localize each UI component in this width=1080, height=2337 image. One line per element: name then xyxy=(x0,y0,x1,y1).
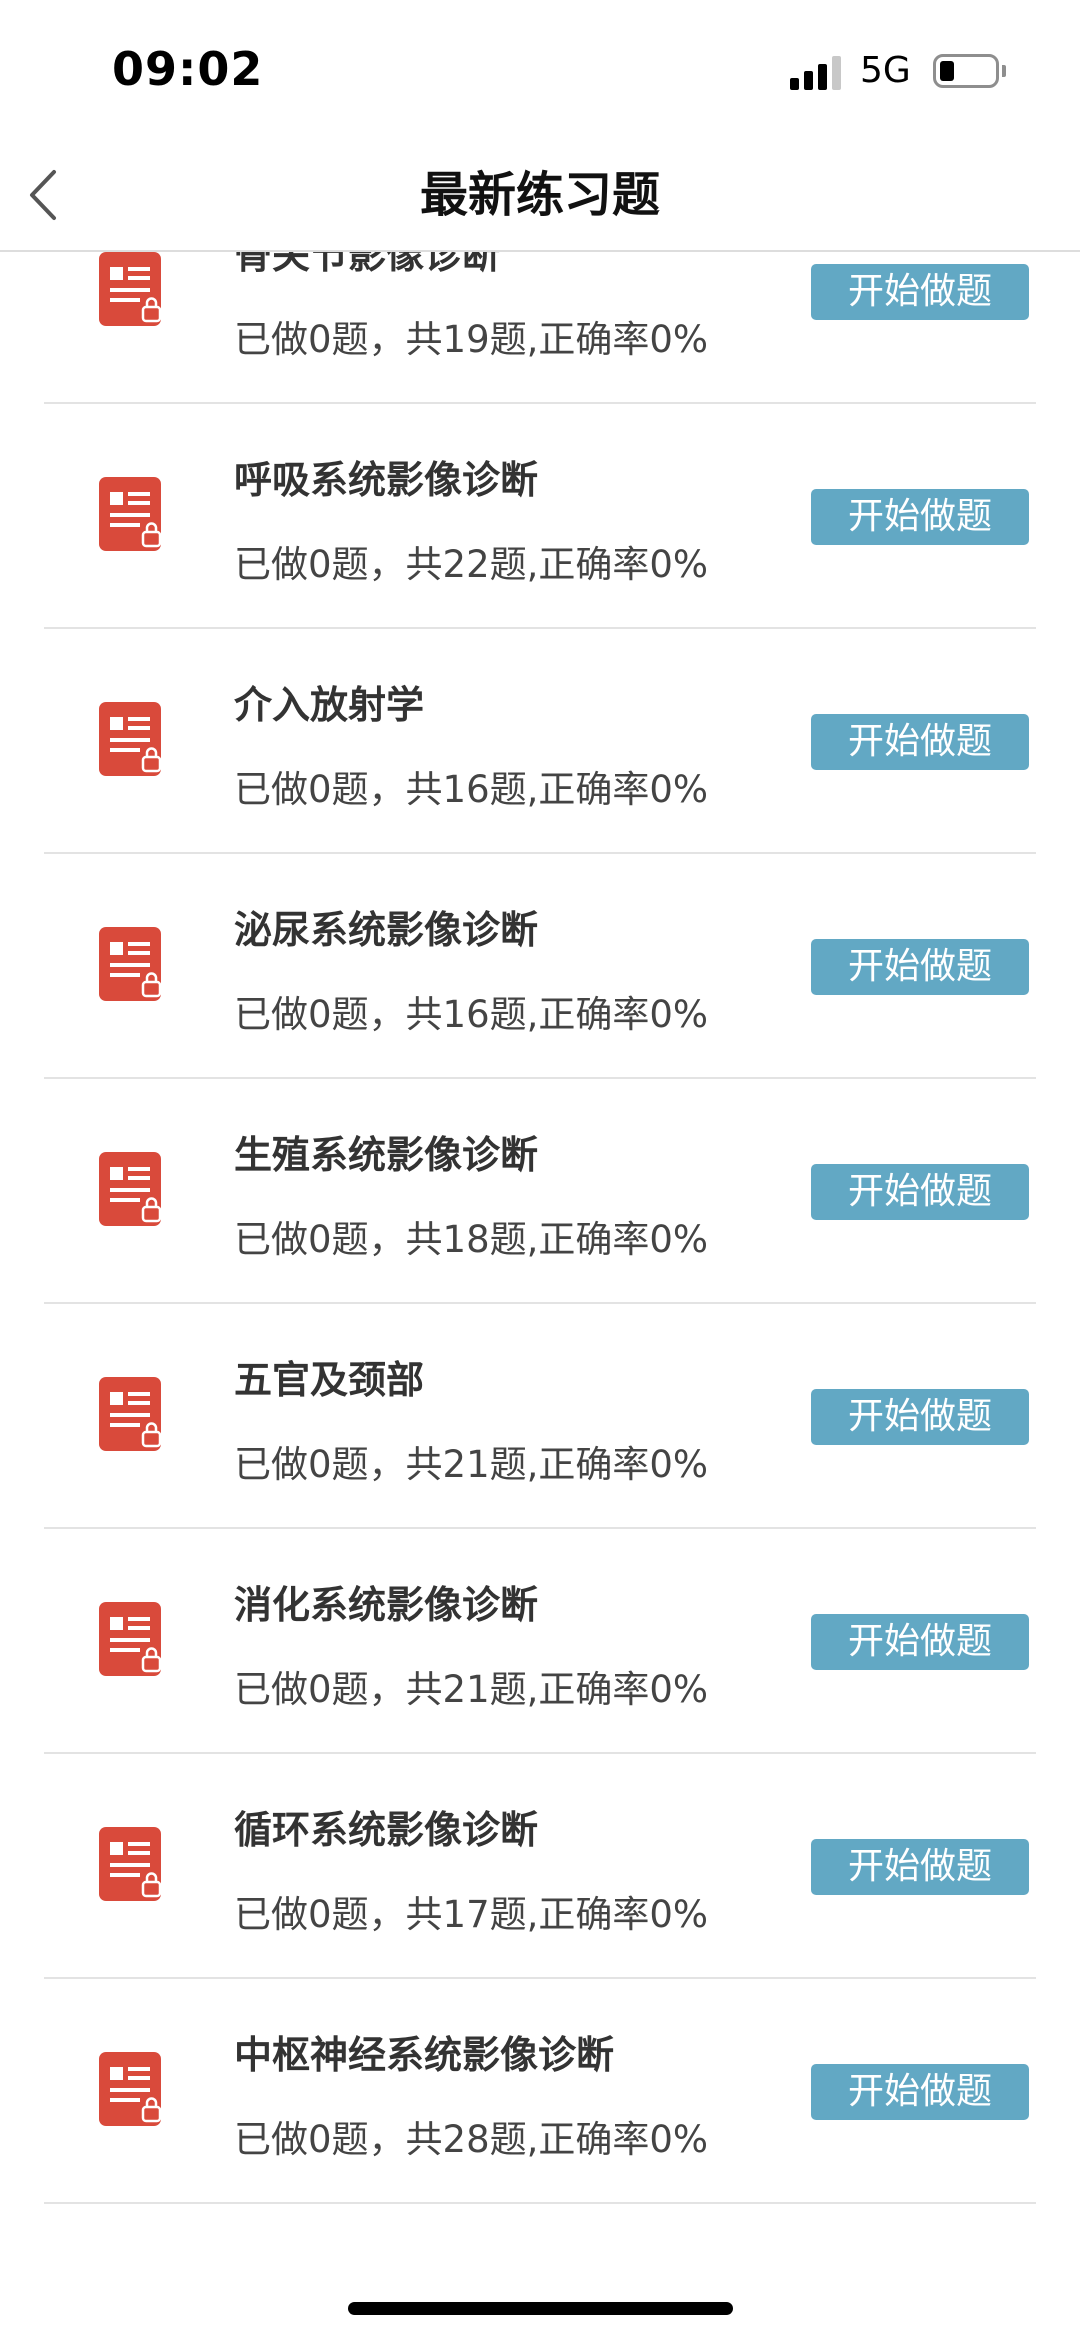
exercise-stats: 已做0题，共21题,正确率0% xyxy=(234,1443,709,1486)
document-lock-icon xyxy=(99,477,163,553)
screen: 09:02 5G 最新练习题 已做0题，共15题,正确率0%开始做题 xyxy=(0,0,1080,2337)
exercise-title: 介入放射学 xyxy=(234,683,425,727)
exercise-row[interactable]: 骨关节影像诊断已做0题，共19题,正确率0% 开始做题 xyxy=(44,252,1036,404)
document-lock-icon xyxy=(99,927,163,1003)
start-exercise-button[interactable]: 开始做题 xyxy=(811,489,1029,545)
exercise-title: 骨关节影像诊断 xyxy=(234,252,501,277)
nav-bar: 最新练习题 xyxy=(0,140,1080,252)
page-title: 最新练习题 xyxy=(419,167,660,223)
document-lock-icon xyxy=(99,1152,163,1228)
exercise-row[interactable]: 消化系统影像诊断已做0题，共21题,正确率0% 开始做题 xyxy=(44,1529,1036,1754)
exercise-row[interactable]: 中枢神经系统影像诊断已做0题，共28题,正确率0% 开始做题 xyxy=(44,1979,1036,2204)
exercise-stats: 已做0题，共18题,正确率0% xyxy=(234,1218,709,1261)
battery-tip xyxy=(1002,65,1006,77)
document-lock-icon xyxy=(99,252,163,328)
exercise-title: 循环系统影像诊断 xyxy=(234,1808,539,1852)
exercise-stats: 已做0题，共22题,正确率0% xyxy=(234,543,709,586)
start-exercise-button[interactable]: 开始做题 xyxy=(811,1389,1029,1445)
exercise-stats: 已做0题，共17题,正确率0% xyxy=(234,1893,709,1936)
exercise-list-viewport[interactable]: 已做0题，共15题,正确率0%开始做题 骨关节影像诊断已做0题，共19题,正确率… xyxy=(0,252,1080,2337)
exercise-title: 生殖系统影像诊断 xyxy=(234,1133,539,1177)
document-lock-icon xyxy=(99,1827,163,1903)
home-indicator[interactable] xyxy=(348,2302,733,2315)
chevron-left-icon xyxy=(30,170,56,220)
document-lock-icon xyxy=(99,2052,163,2128)
exercise-stats: 已做0题，共16题,正确率0% xyxy=(234,993,709,1036)
exercise-stats: 已做0题，共16题,正确率0% xyxy=(234,768,709,811)
document-lock-icon xyxy=(99,702,163,778)
start-exercise-button[interactable]: 开始做题 xyxy=(811,1614,1029,1670)
document-lock-icon xyxy=(99,1377,163,1453)
exercise-stats: 已做0题，共21题,正确率0% xyxy=(234,1668,709,1711)
start-exercise-button[interactable]: 开始做题 xyxy=(811,264,1029,320)
exercise-stats: 已做0题，共19题,正确率0% xyxy=(234,318,709,361)
status-time: 09:02 xyxy=(112,42,264,96)
exercise-list: 已做0题，共15题,正确率0%开始做题 骨关节影像诊断已做0题，共19题,正确率… xyxy=(0,252,1080,2204)
exercise-row[interactable]: 生殖系统影像诊断已做0题，共18题,正确率0% 开始做题 xyxy=(44,1079,1036,1304)
status-bar: 09:02 5G xyxy=(0,0,1080,140)
exercise-row[interactable]: 五官及颈部已做0题，共21题,正确率0% 开始做题 xyxy=(44,1304,1036,1529)
start-exercise-button[interactable]: 开始做题 xyxy=(811,714,1029,770)
exercise-title: 泌尿系统影像诊断 xyxy=(234,908,539,952)
battery-icon xyxy=(933,54,999,88)
exercise-stats: 已做0题，共28题,正确率0% xyxy=(234,2118,709,2161)
start-exercise-button[interactable]: 开始做题 xyxy=(811,1839,1029,1895)
network-type: 5G xyxy=(860,50,911,91)
start-exercise-button[interactable]: 开始做题 xyxy=(811,1164,1029,1220)
exercise-row[interactable]: 泌尿系统影像诊断已做0题，共16题,正确率0% 开始做题 xyxy=(44,854,1036,1079)
exercise-title: 呼吸系统影像诊断 xyxy=(234,458,539,502)
back-button[interactable] xyxy=(10,160,80,230)
start-exercise-button[interactable]: 开始做题 xyxy=(811,2064,1029,2120)
exercise-row[interactable]: 呼吸系统影像诊断已做0题，共22题,正确率0% 开始做题 xyxy=(44,404,1036,629)
exercise-title: 五官及颈部 xyxy=(234,1358,425,1402)
exercise-title: 中枢神经系统影像诊断 xyxy=(234,2033,615,2077)
exercise-row[interactable]: 介入放射学已做0题，共16题,正确率0% 开始做题 xyxy=(44,629,1036,854)
exercise-title: 消化系统影像诊断 xyxy=(234,1583,539,1627)
document-lock-icon xyxy=(99,1602,163,1678)
exercise-row[interactable]: 循环系统影像诊断已做0题，共17题,正确率0% 开始做题 xyxy=(44,1754,1036,1979)
cellular-signal-icon xyxy=(790,56,844,90)
start-exercise-button[interactable]: 开始做题 xyxy=(811,939,1029,995)
